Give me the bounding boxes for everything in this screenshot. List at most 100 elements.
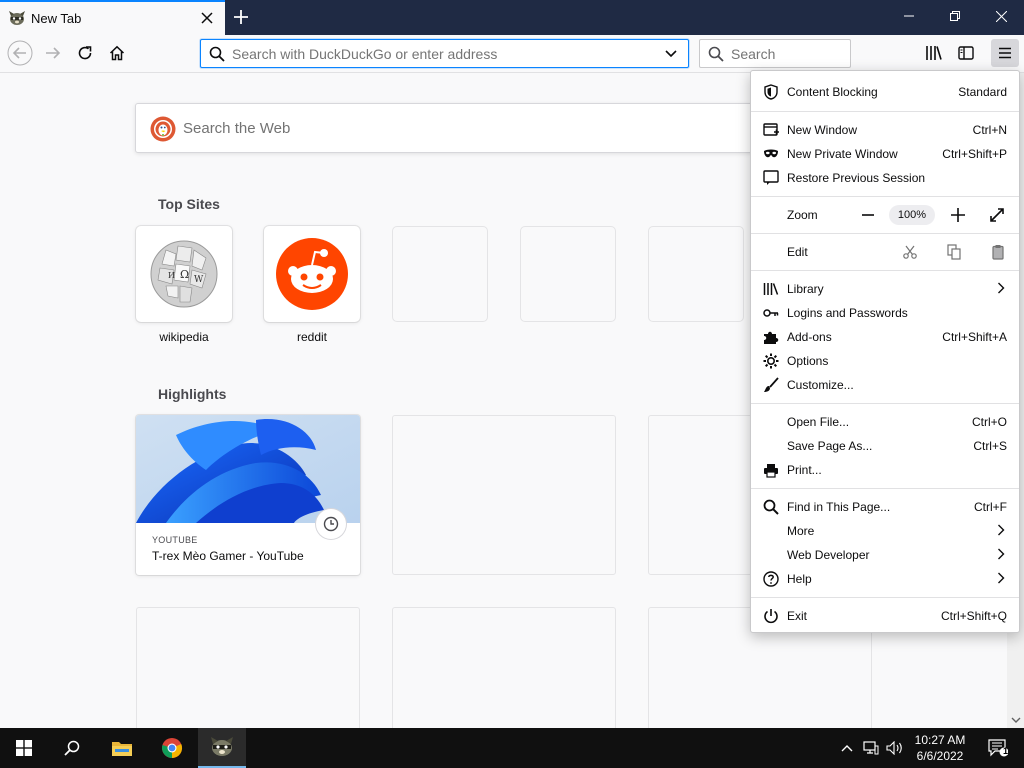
- top-site-empty: [648, 226, 744, 322]
- top-site-tile[interactable]: reddit: [264, 226, 360, 344]
- search-icon: [763, 499, 779, 515]
- windows-taskbar: 10:27 AM 6/6/2022 1: [0, 728, 1024, 768]
- navigation-toolbar: [0, 35, 1024, 73]
- paste-button[interactable]: [986, 240, 1010, 264]
- exit-shortcut: Ctrl+Shift+Q: [940, 609, 1007, 623]
- fullscreen-button[interactable]: [985, 203, 1009, 227]
- library-icon: [763, 281, 779, 297]
- search-bar[interactable]: [699, 39, 851, 68]
- customize-item[interactable]: Customize...: [751, 373, 1019, 397]
- sidebar-button[interactable]: [952, 39, 980, 67]
- top-site-placeholder: [648, 226, 744, 322]
- customize-label: Customize...: [787, 378, 854, 392]
- duckduckgo-logo-icon: [150, 116, 176, 142]
- start-button[interactable]: [0, 728, 48, 768]
- print-item[interactable]: Print...: [751, 458, 1019, 482]
- forward-button[interactable]: [39, 39, 67, 67]
- file-explorer-button[interactable]: [98, 728, 146, 768]
- back-button[interactable]: [6, 39, 34, 67]
- shield-icon: [763, 84, 779, 100]
- reddit-logo-icon: [276, 238, 348, 310]
- plus-icon: [234, 10, 248, 24]
- url-bar[interactable]: [200, 39, 689, 68]
- new-private-window-item[interactable]: New Private Window Ctrl+Shift+P: [751, 142, 1019, 166]
- gear-icon: [763, 353, 779, 369]
- minus-icon: [862, 214, 874, 216]
- open-file-item[interactable]: Open File... Ctrl+O: [751, 410, 1019, 434]
- library-icon: [926, 46, 942, 60]
- library-label: Library: [787, 282, 824, 296]
- options-item[interactable]: Options: [751, 349, 1019, 373]
- save-page-item[interactable]: Save Page As... Ctrl+S: [751, 434, 1019, 458]
- menu-separator: [751, 196, 1019, 197]
- app-menu-panel: Content Blocking Standard New Window Ctr…: [750, 70, 1020, 633]
- new-window-shortcut: Ctrl+N: [972, 123, 1007, 137]
- addons-item[interactable]: Add-ons Ctrl+Shift+A: [751, 325, 1019, 349]
- find-item[interactable]: Find in This Page... Ctrl+F: [751, 495, 1019, 519]
- network-button[interactable]: [860, 728, 882, 768]
- options-label: Options: [787, 354, 829, 368]
- exit-item[interactable]: Exit Ctrl+Shift+Q: [751, 604, 1019, 628]
- back-arrow-icon: [7, 40, 33, 66]
- library-item[interactable]: Library: [751, 277, 1019, 301]
- window-close-button[interactable]: [978, 0, 1024, 32]
- folder-icon: [112, 742, 132, 756]
- url-input[interactable]: [232, 45, 652, 63]
- scroll-down-arrow-icon[interactable]: [1011, 715, 1021, 725]
- minimize-icon: [904, 15, 914, 17]
- highlight-card[interactable]: YOUTUBE T-rex Mèo Gamer - YouTube: [136, 415, 360, 575]
- zoom-in-button[interactable]: [946, 203, 970, 227]
- save-page-label: Save Page As...: [787, 439, 873, 453]
- taskbar-clock[interactable]: 10:27 AM 6/6/2022: [906, 732, 974, 764]
- restore-session-item[interactable]: Restore Previous Session: [751, 166, 1019, 190]
- library-button[interactable]: [920, 39, 948, 67]
- top-site-tile[interactable]: Ω W И wikipedia: [136, 226, 232, 344]
- content-blocking-item[interactable]: Content Blocking Standard: [751, 80, 1019, 104]
- chrome-icon: [162, 738, 183, 759]
- top-site-placeholder: [520, 226, 616, 322]
- svg-text:W: W: [194, 275, 204, 285]
- copy-icon: [947, 244, 961, 260]
- menu-separator: [751, 597, 1019, 598]
- tab-new-tab[interactable]: New Tab: [0, 0, 225, 35]
- top-site-placeholder: [392, 226, 488, 322]
- clipboard-icon: [992, 245, 1004, 260]
- zoom-reset-button[interactable]: 100%: [889, 205, 935, 225]
- show-hidden-icons-button[interactable]: [838, 728, 856, 768]
- search-icon: [64, 740, 80, 756]
- open-file-shortcut: Ctrl+O: [971, 415, 1007, 429]
- action-center-button[interactable]: 1: [978, 728, 1018, 768]
- zoom-out-button[interactable]: [856, 203, 880, 227]
- chrome-button[interactable]: [148, 728, 196, 768]
- web-developer-item[interactable]: Web Developer: [751, 543, 1019, 567]
- new-tab-button[interactable]: [228, 5, 254, 29]
- browser-taskbar-button[interactable]: [198, 728, 246, 768]
- tab-title: New Tab: [31, 11, 82, 26]
- help-item[interactable]: Help: [751, 567, 1019, 591]
- chevron-down-icon: [665, 50, 677, 58]
- url-dropdown-button[interactable]: [664, 46, 678, 63]
- minimize-button[interactable]: [886, 0, 932, 32]
- exit-label: Exit: [787, 609, 808, 623]
- save-page-shortcut: Ctrl+S: [973, 439, 1007, 453]
- tab-close-button[interactable]: [196, 7, 218, 29]
- highlight-title: T-rex Mèo Gamer - YouTube: [152, 549, 304, 563]
- cut-button[interactable]: [898, 240, 922, 264]
- chevron-right-icon: [998, 572, 1005, 584]
- copy-button[interactable]: [942, 240, 966, 264]
- home-button[interactable]: [103, 39, 131, 67]
- more-item[interactable]: More: [751, 519, 1019, 543]
- scissors-icon: [903, 245, 917, 259]
- printer-icon: [763, 462, 779, 478]
- chevron-up-icon: [841, 745, 853, 752]
- restore-button[interactable]: [932, 0, 978, 32]
- new-window-item[interactable]: New Window Ctrl+N: [751, 118, 1019, 142]
- chevron-right-icon: [998, 548, 1005, 560]
- restore-session-label: Restore Previous Session: [787, 171, 926, 185]
- search-input[interactable]: [731, 46, 841, 62]
- logins-item[interactable]: Logins and Passwords: [751, 301, 1019, 325]
- open-menu-button[interactable]: [991, 39, 1019, 67]
- volume-button[interactable]: [884, 728, 906, 768]
- taskbar-search-button[interactable]: [48, 728, 96, 768]
- reload-button[interactable]: [71, 39, 99, 67]
